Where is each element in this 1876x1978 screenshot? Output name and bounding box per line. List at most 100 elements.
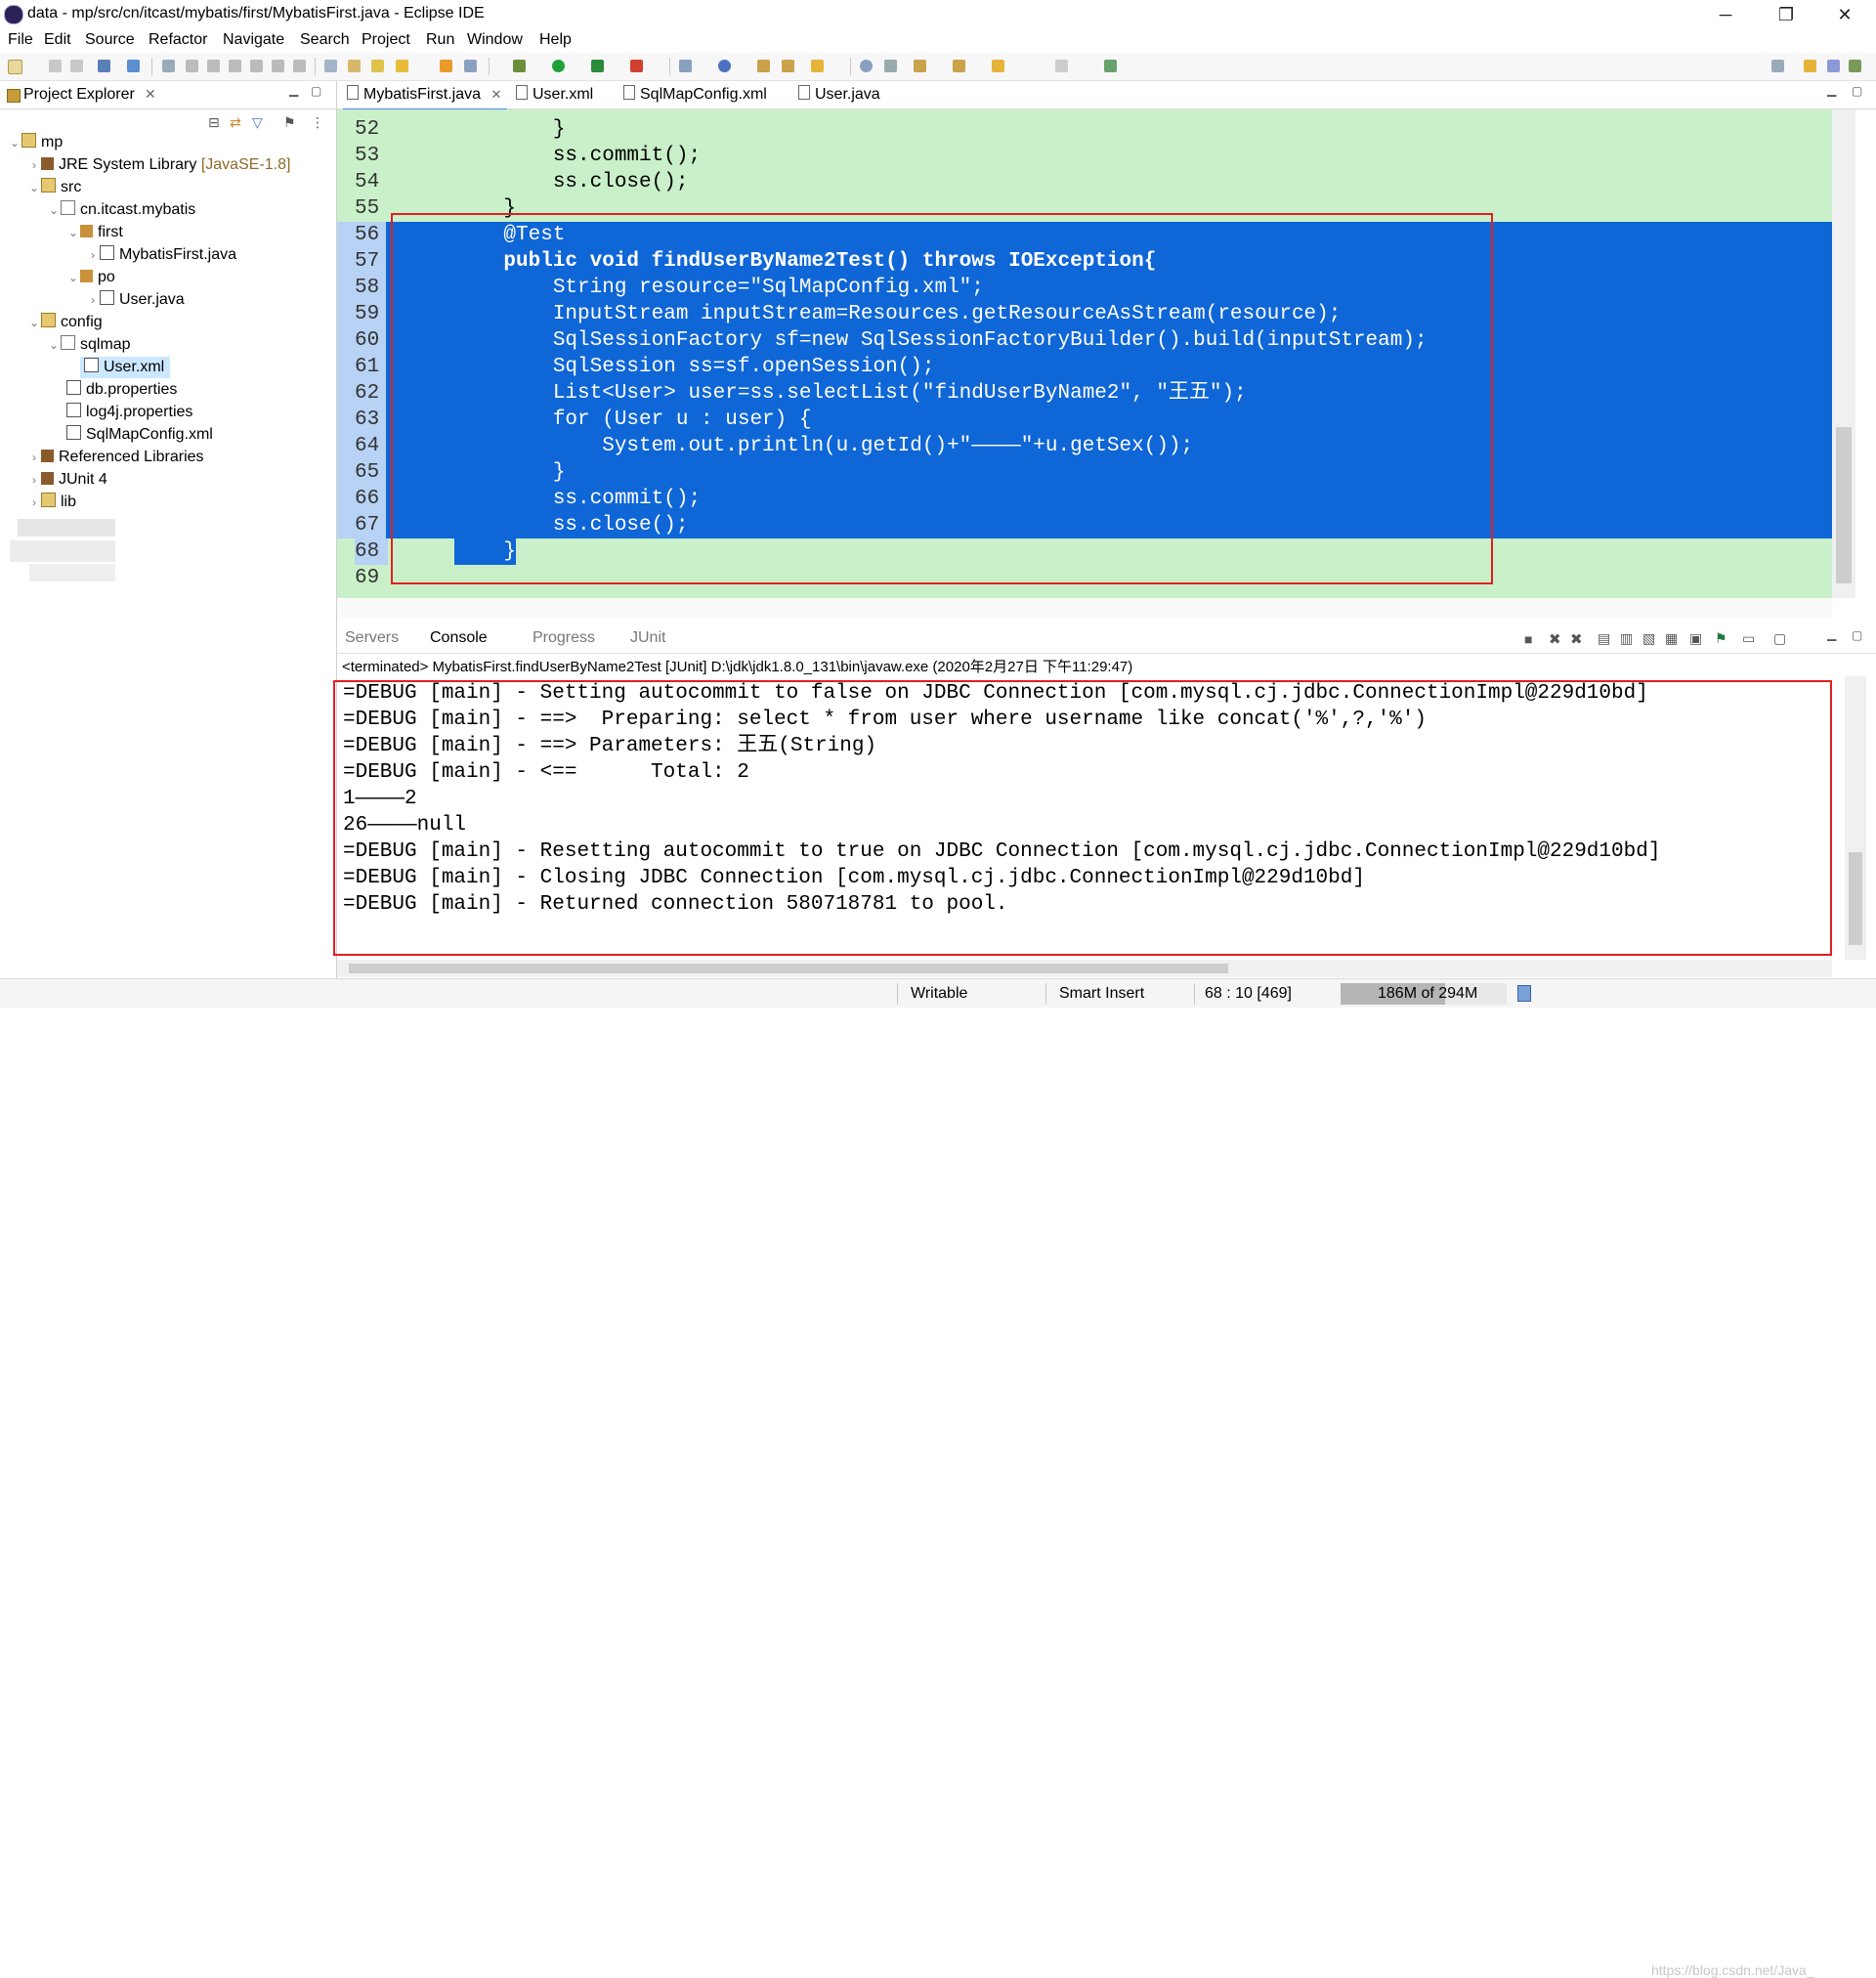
tree-item-sqlmap[interactable]: ⌄ sqlmap	[47, 334, 131, 356]
open-console-icon[interactable]: ▢	[1773, 630, 1786, 647]
menu-project[interactable]: Project	[362, 31, 410, 49]
console-vertical-scrollbar[interactable]	[1845, 676, 1866, 960]
heap-status[interactable]: 186M of 294M	[1341, 983, 1507, 1005]
console-output[interactable]: =DEBUG [main] - Setting autocommit to fa…	[337, 676, 1832, 960]
terminate-icon[interactable]	[207, 60, 220, 72]
show-on-output-icon[interactable]: ▦	[1665, 630, 1678, 647]
skip-breakpoints-icon[interactable]	[162, 60, 175, 72]
tree-item-log4j-properties[interactable]: log4j.properties	[66, 402, 192, 423]
menu-navigate[interactable]: Navigate	[223, 31, 284, 49]
focus-icon[interactable]: ⚑	[283, 114, 296, 131]
show-on-error-icon[interactable]: ▣	[1689, 630, 1702, 647]
save-all-icon[interactable]	[70, 60, 83, 72]
tree-item-package-po[interactable]: ⌄ po	[66, 267, 115, 288]
coverage-icon[interactable]	[591, 60, 604, 72]
chevron-right-icon[interactable]: ›	[27, 492, 41, 513]
tree-item-user-xml[interactable]: User.xml	[80, 357, 171, 378]
tree-item-user-java[interactable]: › User.java	[86, 289, 185, 311]
chevron-down-icon[interactable]: ⌄	[27, 177, 41, 198]
collapse-all-icon[interactable]: ⊟	[208, 114, 220, 131]
scroll-lock-icon[interactable]: ▥	[1620, 630, 1633, 647]
show-whitespace-icon[interactable]	[464, 60, 477, 72]
toggle-breadcrumb-icon[interactable]	[348, 60, 361, 72]
display-console-icon[interactable]: ▭	[1742, 630, 1755, 647]
menu-file[interactable]: File	[8, 31, 33, 49]
tree-item-referenced-libraries[interactable]: › Referenced Libraries	[27, 447, 204, 468]
pin-icon[interactable]	[884, 60, 897, 72]
word-wrap-icon[interactable]: ▧	[1642, 630, 1655, 647]
minimize-view-icon[interactable]: ▁	[289, 83, 298, 97]
menu-help[interactable]: Help	[539, 31, 572, 49]
step-over-icon[interactable]	[272, 60, 284, 72]
tree-item-jre-library[interactable]: › JRE System Library [JavaSE-1.8]	[27, 154, 290, 176]
next-annotation-icon[interactable]	[440, 60, 452, 72]
terminate-icon[interactable]: ■	[1524, 631, 1532, 647]
globe-icon[interactable]	[860, 60, 873, 72]
tree-item-mybatisfirst-java[interactable]: › MybatisFirst.java	[86, 244, 236, 266]
open-type-icon[interactable]	[324, 60, 337, 72]
view-menu-icon[interactable]: ⋮	[311, 114, 324, 131]
terminal-icon[interactable]	[98, 60, 110, 72]
tab-sqlmapconfig-xml[interactable]: SqlMapConfig.xml	[623, 81, 767, 108]
back-icon[interactable]	[992, 60, 1004, 72]
debug-icon[interactable]	[513, 60, 526, 72]
chevron-right-icon[interactable]: ›	[86, 289, 100, 311]
last-edit-icon[interactable]	[953, 60, 965, 72]
chevron-right-icon[interactable]: ›	[27, 154, 41, 176]
maximize-view-icon[interactable]: ▢	[1852, 628, 1862, 642]
tab-user-java[interactable]: User.java	[798, 81, 880, 108]
tab-user-xml[interactable]: User.xml	[516, 81, 593, 108]
menu-run[interactable]: Run	[426, 31, 454, 49]
filter-icon[interactable]: ▽	[252, 114, 263, 131]
debug-perspective-icon[interactable]	[1849, 60, 1861, 72]
external-link-icon[interactable]	[1104, 60, 1117, 72]
save-icon[interactable]	[49, 60, 62, 72]
maximize-view-icon[interactable]: ▢	[1852, 84, 1862, 98]
annotation-icon[interactable]	[396, 60, 408, 72]
minimize-view-icon[interactable]: ▁	[1827, 83, 1836, 97]
search-tool-icon[interactable]	[811, 60, 824, 72]
next-edit-icon[interactable]	[914, 60, 926, 72]
chevron-down-icon[interactable]: ⌄	[66, 267, 80, 288]
run-gc-icon[interactable]	[1517, 985, 1531, 1002]
remove-launch-icon[interactable]: ✖	[1549, 630, 1561, 648]
menu-source[interactable]: Source	[85, 31, 135, 49]
close-icon[interactable]: ✕	[145, 86, 156, 103]
open-folder-icon[interactable]	[757, 60, 770, 72]
suspend-icon[interactable]	[186, 60, 198, 72]
code-editor[interactable]: 52 } 53 ss.commit(); 54 ss.close(); 55 }…	[337, 109, 1832, 598]
chevron-down-icon[interactable]: ⌄	[66, 222, 80, 243]
step-into-icon[interactable]	[250, 60, 263, 72]
new-java-project-icon[interactable]	[679, 60, 692, 72]
chevron-down-icon[interactable]: ⌄	[47, 199, 61, 221]
minimize-view-icon[interactable]: ▁	[1827, 627, 1836, 641]
link-with-editor-icon[interactable]: ⇄	[230, 114, 241, 131]
open-perspective-icon[interactable]	[1771, 60, 1784, 72]
chevron-down-icon[interactable]: ⌄	[27, 312, 41, 333]
menu-search[interactable]: Search	[300, 31, 350, 49]
menu-refactor[interactable]: Refactor	[149, 31, 207, 49]
pin-console-icon[interactable]: ⚑	[1715, 630, 1727, 647]
tree-item-src[interactable]: ⌄ src	[27, 177, 81, 198]
new-file-icon[interactable]	[8, 60, 22, 74]
tree-item-lib[interactable]: › lib	[27, 492, 76, 513]
tree-item-package-cn-itcast-mybatis[interactable]: ⌄ cn.itcast.mybatis	[47, 199, 195, 221]
forward-icon[interactable]	[1055, 60, 1068, 72]
toggle-mark-icon[interactable]	[127, 60, 140, 72]
run-icon[interactable]	[552, 60, 565, 72]
tab-servers[interactable]: Servers	[345, 629, 399, 647]
maximize-button[interactable]: ❐	[1771, 4, 1801, 25]
chevron-right-icon[interactable]: ›	[27, 447, 41, 468]
tab-junit[interactable]: JUnit	[630, 629, 665, 647]
tree-item-package-first[interactable]: ⌄ first	[66, 222, 123, 243]
java-perspective-icon[interactable]	[1827, 60, 1840, 72]
menu-edit[interactable]: Edit	[44, 31, 71, 49]
tab-progress[interactable]: Progress	[533, 629, 595, 647]
open-task-icon[interactable]	[782, 60, 794, 72]
external-tools-icon[interactable]	[630, 60, 643, 72]
chevron-down-icon[interactable]: ⌄	[8, 132, 21, 153]
tree-item-sqlmapconfig-xml[interactable]: SqlMapConfig.xml	[66, 424, 213, 446]
tree-item-config[interactable]: ⌄ config	[27, 312, 103, 333]
tab-console[interactable]: Console	[430, 629, 488, 647]
clear-console-icon[interactable]: ▤	[1598, 630, 1610, 647]
